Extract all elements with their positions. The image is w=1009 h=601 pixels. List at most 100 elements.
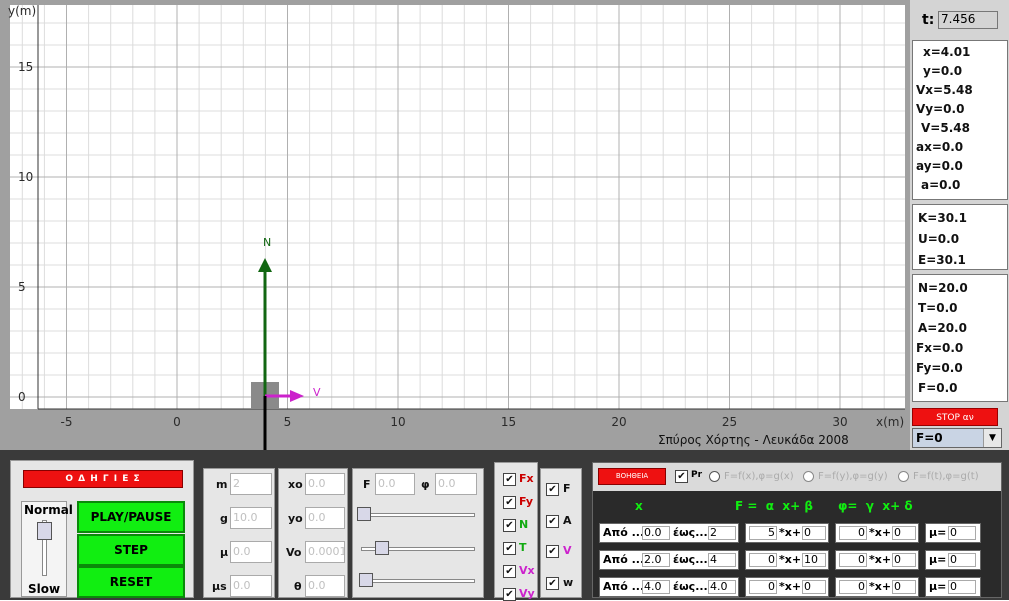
- time-field[interactable]: 7.456: [938, 11, 998, 29]
- check-vy[interactable]: ✔: [503, 588, 516, 601]
- check-t-label: T: [519, 541, 527, 554]
- gamma-input[interactable]: 0: [839, 580, 867, 594]
- to-input[interactable]: 4: [708, 553, 736, 567]
- check-a[interactable]: ✔: [546, 515, 559, 528]
- velocity-label: V: [313, 386, 321, 399]
- gamma-input[interactable]: 0: [839, 553, 867, 567]
- radio-ft[interactable]: [898, 471, 909, 482]
- mu-input[interactable]: 0: [948, 526, 976, 540]
- alpha-input[interactable]: 5: [749, 526, 777, 540]
- range-cell: Από ... 4.0 έως... 4.0: [599, 577, 739, 597]
- check-n[interactable]: ✔: [503, 519, 516, 532]
- check-vx[interactable]: ✔: [503, 565, 516, 578]
- radio-fx[interactable]: [709, 471, 720, 482]
- x-tick-label: -5: [61, 415, 73, 429]
- from-input[interactable]: 0.0: [642, 526, 670, 540]
- readout-a: a=0.0: [921, 178, 961, 192]
- x-plus-label: *x+: [779, 526, 802, 539]
- force-select[interactable]: F=0 ▼: [912, 428, 1002, 448]
- delta-input[interactable]: 0: [892, 526, 916, 540]
- instructions-button[interactable]: Ο Δ Η Γ Ι Ε Σ: [23, 470, 183, 488]
- readout-fy: Fy=0.0: [916, 361, 963, 375]
- gamma-input[interactable]: 0: [839, 526, 867, 540]
- phi-input[interactable]: 0.0: [435, 473, 477, 495]
- speed-normal-label: Normal: [24, 503, 73, 517]
- speed-slider[interactable]: Normal Slow: [21, 501, 73, 597]
- check-fy[interactable]: ✔: [503, 496, 516, 509]
- beta-input[interactable]: 0: [802, 580, 826, 594]
- gravity-input[interactable]: 10.0: [230, 507, 272, 529]
- reset-button[interactable]: RESET: [77, 566, 185, 598]
- radio-fy[interactable]: [803, 471, 814, 482]
- check-fx[interactable]: ✔: [503, 473, 516, 486]
- readout-fx: Fx=0.0: [916, 341, 964, 355]
- kinematics-box: x=4.01 y=0.0 Vx=5.48 Vy=0.0 V=5.48 ax=0.…: [912, 40, 1008, 200]
- simulation-plot: y(m) x(m) -5 0 5 10 15 20 25 30 15 10 5 0 Σπύρος Χ…: [8, 4, 905, 447]
- from-label: Από ...: [603, 526, 645, 539]
- x-tick-label: 25: [722, 415, 737, 429]
- y-tick-label: 10: [18, 170, 33, 184]
- from-input[interactable]: 2.0: [642, 553, 670, 567]
- x-tick-labels: -5 0 5 10 15 20 25 30: [61, 415, 848, 429]
- radio-fx-label: F=f(x),φ=g(x): [724, 471, 794, 482]
- check-w[interactable]: ✔: [546, 577, 559, 590]
- vo-label: Vo: [286, 546, 302, 559]
- alpha-input[interactable]: 0: [749, 553, 777, 567]
- yo-input[interactable]: 0.0: [305, 507, 345, 529]
- chevron-down-icon[interactable]: ▼: [983, 429, 1001, 447]
- x-plus-label: *x+: [779, 580, 802, 593]
- xo-label: xo: [288, 478, 303, 491]
- from-label: Από ...: [603, 553, 645, 566]
- check-t[interactable]: ✔: [503, 542, 516, 555]
- force-coeff-cell: 5 *x+ 0: [745, 523, 829, 543]
- help-button[interactable]: ΒΟΗΘΕΙΑ: [598, 468, 666, 485]
- x-tick-label: 15: [501, 415, 516, 429]
- force-slider-track[interactable]: [361, 513, 475, 517]
- to-input[interactable]: 4.0: [708, 580, 736, 594]
- xo-input[interactable]: 0.0: [305, 473, 345, 495]
- readout-f: F=0.0: [918, 381, 958, 395]
- from-input[interactable]: 4.0: [642, 580, 670, 594]
- friction-input[interactable]: 0.0: [230, 541, 272, 563]
- mass-input[interactable]: 2: [230, 473, 272, 495]
- phi-slider-thumb[interactable]: [375, 541, 389, 555]
- beta-input[interactable]: 0: [802, 526, 826, 540]
- play-pause-button[interactable]: PLAY/PAUSE: [77, 501, 185, 533]
- check-pr[interactable]: ✔: [675, 470, 688, 483]
- speed-thumb[interactable]: [37, 522, 52, 540]
- phi-label: φ: [421, 478, 430, 491]
- mu-slider-track[interactable]: [361, 579, 475, 583]
- beta-input[interactable]: 10: [802, 553, 826, 567]
- to-input[interactable]: 2: [708, 526, 736, 540]
- check-f[interactable]: ✔: [546, 483, 559, 496]
- stop-button[interactable]: STOP αν: [912, 408, 998, 426]
- mu-slider-thumb[interactable]: [359, 573, 373, 587]
- theta-input[interactable]: 0.0: [305, 575, 345, 597]
- force-input[interactable]: 0.0: [375, 473, 415, 495]
- delta-input[interactable]: 0: [892, 580, 916, 594]
- mu-cell: μ= 0: [925, 550, 981, 570]
- static-friction-input[interactable]: 0.0: [230, 575, 272, 597]
- check-vy-label: Vy: [519, 587, 535, 600]
- alpha-input[interactable]: 0: [749, 580, 777, 594]
- mass-label: m: [216, 478, 228, 491]
- mu-input[interactable]: 0: [948, 553, 976, 567]
- x-tick-label: 5: [284, 415, 292, 429]
- check-w-label: w: [563, 576, 574, 589]
- mu-input[interactable]: 0: [948, 580, 976, 594]
- range-cell: Από ... 2.0 έως... 4: [599, 550, 739, 570]
- delta-input[interactable]: 0: [892, 553, 916, 567]
- mu-label: μ=: [929, 580, 947, 593]
- vo-input[interactable]: 0.0001: [305, 541, 345, 563]
- gravity-label: g: [220, 512, 228, 525]
- angle-coeff-cell: 0 *x+ 0: [835, 523, 919, 543]
- force-slider-thumb[interactable]: [357, 507, 371, 521]
- readout-panel: t: 7.456 x=4.01 y=0.0 Vx=5.48 Vy=0.0 V=5…: [910, 0, 1009, 450]
- speed-slow-label: Slow: [28, 582, 61, 596]
- readout-ax: ax=0.0: [916, 140, 964, 154]
- readout-k: K=30.1: [918, 211, 967, 225]
- check-v[interactable]: ✔: [546, 545, 559, 558]
- readout-x: x=4.01: [923, 45, 971, 59]
- step-button[interactable]: STEP: [77, 534, 185, 566]
- theta-label: θ: [294, 580, 302, 593]
